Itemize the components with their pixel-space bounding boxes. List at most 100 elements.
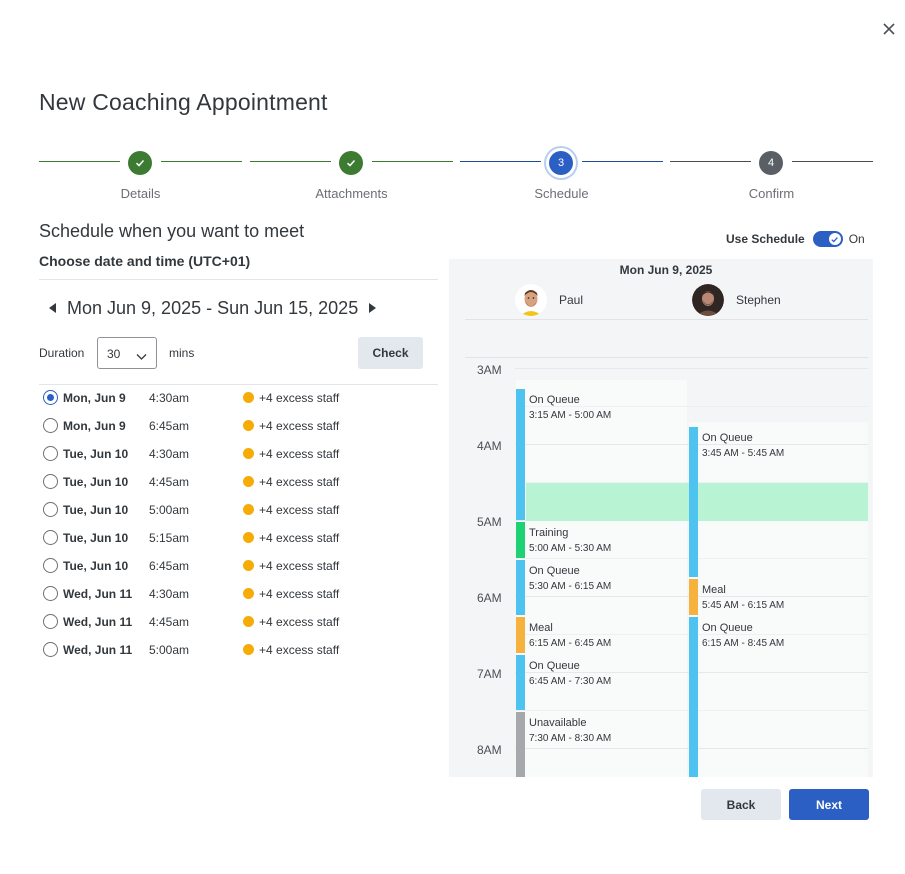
- time-slot-row[interactable]: Tue, Jun 10 4:30am +4 excess staff: [39, 440, 438, 468]
- event-time: 3:45 AM - 5:45 AM: [702, 448, 785, 459]
- slot-radio[interactable]: [43, 558, 58, 573]
- schedule-event[interactable]: Meal 6:15 AM - 6:45 AM: [516, 617, 686, 653]
- schedule-event[interactable]: Unavailable 7:30 AM - 8:30 AM: [516, 712, 686, 777]
- section-title: Schedule when you want to meet: [39, 221, 305, 241]
- slot-radio[interactable]: [43, 474, 58, 489]
- hour-label: 7AM: [477, 667, 502, 681]
- event-color-bar: [516, 389, 525, 520]
- slot-day: Tue, Jun 10: [63, 475, 129, 489]
- schedule-event[interactable]: On Queue 3:45 AM - 5:45 AM: [689, 427, 868, 577]
- slot-staff: +4 excess staff: [259, 615, 340, 629]
- slot-radio[interactable]: [43, 390, 58, 405]
- event-color-bar: [689, 579, 698, 615]
- avatar: [515, 284, 547, 316]
- excess-staff-dot: [243, 448, 254, 459]
- schedule-event[interactable]: On Queue 6:45 AM - 7:30 AM: [516, 655, 686, 710]
- excess-staff-dot: [243, 644, 254, 655]
- slot-time: 4:45am: [149, 475, 190, 489]
- close-icon[interactable]: [880, 20, 898, 38]
- schedule-event[interactable]: On Queue 3:15 AM - 5:00 AM: [516, 389, 686, 520]
- step-schedule[interactable]: 3 Schedule: [460, 148, 663, 208]
- hour-line: [515, 368, 868, 369]
- event-color-bar: [516, 522, 525, 558]
- time-slot-row[interactable]: Mon, Jun 9 4:30am +4 excess staff: [39, 384, 438, 412]
- slot-time: 5:00am: [149, 643, 190, 657]
- slot-staff: +4 excess staff: [259, 503, 340, 517]
- slot-day: Wed, Jun 11: [63, 615, 133, 629]
- schedule-event[interactable]: On Queue 6:15 AM - 8:45 AM: [689, 617, 868, 777]
- agent-stephen: Stephen: [692, 284, 781, 316]
- schedule-event[interactable]: Training 5:00 AM - 5:30 AM: [516, 522, 686, 558]
- use-schedule-control: Use Schedule On: [726, 231, 865, 247]
- check-icon: [828, 233, 841, 245]
- slot-radio[interactable]: [43, 502, 58, 517]
- use-schedule-toggle[interactable]: [812, 231, 843, 247]
- time-slot-row[interactable]: Wed, Jun 11 4:45am +4 excess staff: [39, 608, 438, 636]
- slot-radio[interactable]: [43, 446, 58, 461]
- event-title: Training: [529, 527, 569, 539]
- time-slot-row[interactable]: Wed, Jun 11 4:30am +4 excess staff: [39, 580, 438, 608]
- excess-staff-dot: [243, 616, 254, 627]
- excess-staff-dot: [243, 420, 254, 431]
- step-line: [39, 161, 120, 162]
- event-color-bar: [516, 560, 525, 615]
- slot-day: Wed, Jun 11: [63, 643, 133, 657]
- step-number: 4: [759, 151, 783, 175]
- event-title: On Queue: [529, 660, 580, 672]
- divider: [465, 319, 868, 320]
- slot-radio[interactable]: [43, 418, 58, 433]
- agent-name: Stephen: [736, 293, 781, 307]
- event-time: 7:30 AM - 8:30 AM: [529, 733, 612, 744]
- time-slot-row[interactable]: Tue, Jun 10 4:45am +4 excess staff: [39, 468, 438, 496]
- slot-day: Tue, Jun 10: [63, 559, 129, 573]
- next-week-icon[interactable]: [365, 297, 379, 319]
- slot-radio[interactable]: [43, 642, 58, 657]
- excess-staff-dot: [243, 532, 254, 543]
- slot-day: Mon, Jun 9: [63, 419, 126, 433]
- time-slot-list: Mon, Jun 9 4:30am +4 excess staff Mon, Jun …: [39, 384, 438, 664]
- slot-day: Wed, Jun 11: [63, 587, 133, 601]
- agent-paul: Paul: [515, 284, 583, 316]
- slot-staff: +4 excess staff: [259, 447, 340, 461]
- excess-staff-dot: [243, 588, 254, 599]
- event-title: On Queue: [529, 565, 580, 577]
- hour-label: 3AM: [477, 363, 502, 377]
- back-button[interactable]: Back: [701, 789, 781, 820]
- step-confirm[interactable]: 4 Confirm: [670, 148, 873, 208]
- step-label: Attachments: [315, 186, 388, 201]
- prev-week-icon[interactable]: [46, 297, 60, 319]
- time-slot-row[interactable]: Tue, Jun 10 5:00am +4 excess staff: [39, 496, 438, 524]
- step-line: [670, 161, 751, 162]
- time-slot-row[interactable]: Tue, Jun 10 6:45am +4 excess staff: [39, 552, 438, 580]
- step-label: Confirm: [748, 186, 795, 201]
- slot-radio[interactable]: [43, 586, 58, 601]
- slot-radio[interactable]: [43, 614, 58, 629]
- slot-radio[interactable]: [43, 530, 58, 545]
- time-slot-row[interactable]: Wed, Jun 11 5:00am +4 excess staff: [39, 636, 438, 664]
- next-button[interactable]: Next: [789, 789, 869, 820]
- slot-time: 6:45am: [149, 419, 190, 433]
- schedule-event[interactable]: Meal 5:45 AM - 6:15 AM: [689, 579, 868, 615]
- chevron-down-icon: [136, 348, 147, 366]
- slot-staff: +4 excess staff: [259, 419, 340, 433]
- step-details[interactable]: Details: [39, 148, 242, 208]
- slot-time: 4:30am: [149, 447, 190, 461]
- duration-select[interactable]: 30: [97, 337, 157, 369]
- event-time: 6:15 AM - 8:45 AM: [702, 638, 785, 649]
- check-button[interactable]: Check: [358, 337, 423, 369]
- event-title: Unavailable: [529, 717, 587, 729]
- slot-time: 4:30am: [149, 391, 190, 405]
- schedule-event[interactable]: On Queue 5:30 AM - 6:15 AM: [516, 560, 686, 615]
- time-slot-row[interactable]: Mon, Jun 9 6:45am +4 excess staff: [39, 412, 438, 440]
- event-color-bar: [689, 427, 698, 577]
- hour-label: 4AM: [477, 439, 502, 453]
- slot-day: Tue, Jun 10: [63, 503, 129, 517]
- step-line: [372, 161, 453, 162]
- step-attachments[interactable]: Attachments: [250, 148, 453, 208]
- event-title: On Queue: [702, 622, 753, 634]
- time-slot-row[interactable]: Tue, Jun 10 5:15am +4 excess staff: [39, 524, 438, 552]
- excess-staff-dot: [243, 392, 254, 403]
- hour-label: 5AM: [477, 515, 502, 529]
- duration-unit: mins: [169, 346, 195, 360]
- avatar: [692, 284, 724, 316]
